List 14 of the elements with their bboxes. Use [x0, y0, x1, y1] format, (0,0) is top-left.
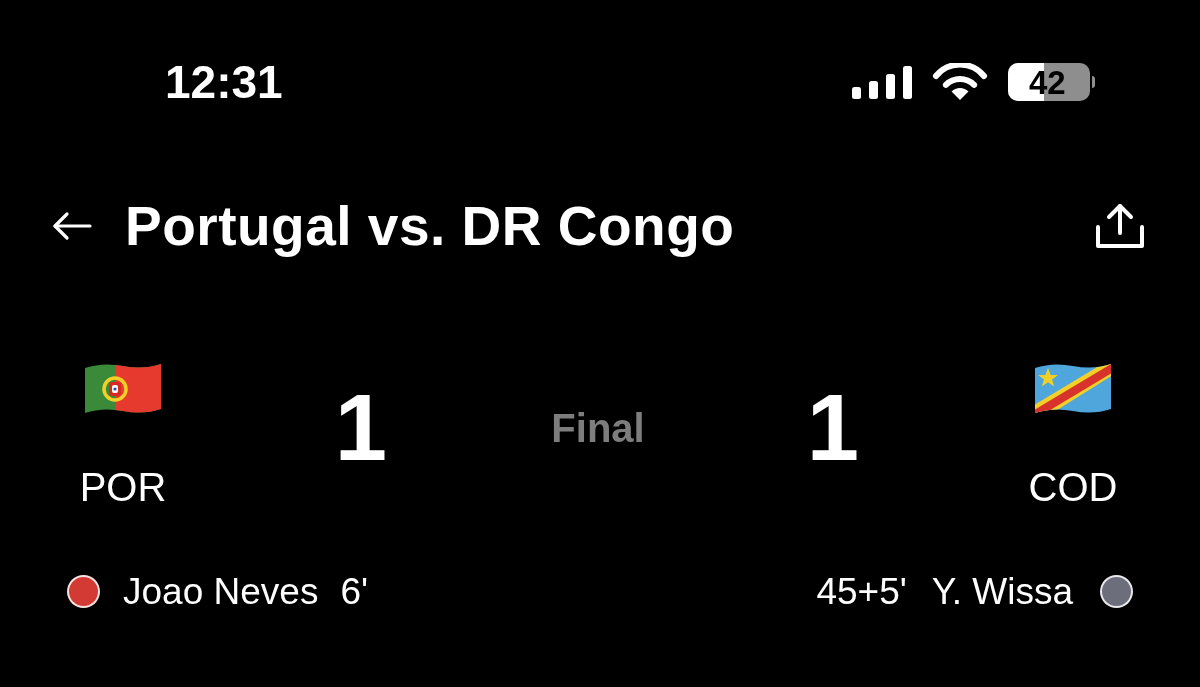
share-icon[interactable] [1095, 203, 1145, 249]
scorer-name: Joao Neves [123, 572, 319, 610]
scorer-name: Y. Wissa [931, 572, 1073, 610]
goal-minute: 6' [340, 572, 369, 610]
team-score: 1 [806, 381, 860, 475]
wifi-icon [930, 63, 990, 101]
team-score: 1 [334, 381, 388, 475]
goal-minute: 45+5' [816, 572, 907, 610]
signal-icon [852, 65, 912, 99]
team-code: COD [1028, 464, 1118, 511]
match-status: Final [551, 408, 645, 448]
team-code: POR [79, 464, 167, 511]
status-time: 12:31 [165, 59, 283, 105]
back-icon[interactable] [52, 211, 92, 241]
